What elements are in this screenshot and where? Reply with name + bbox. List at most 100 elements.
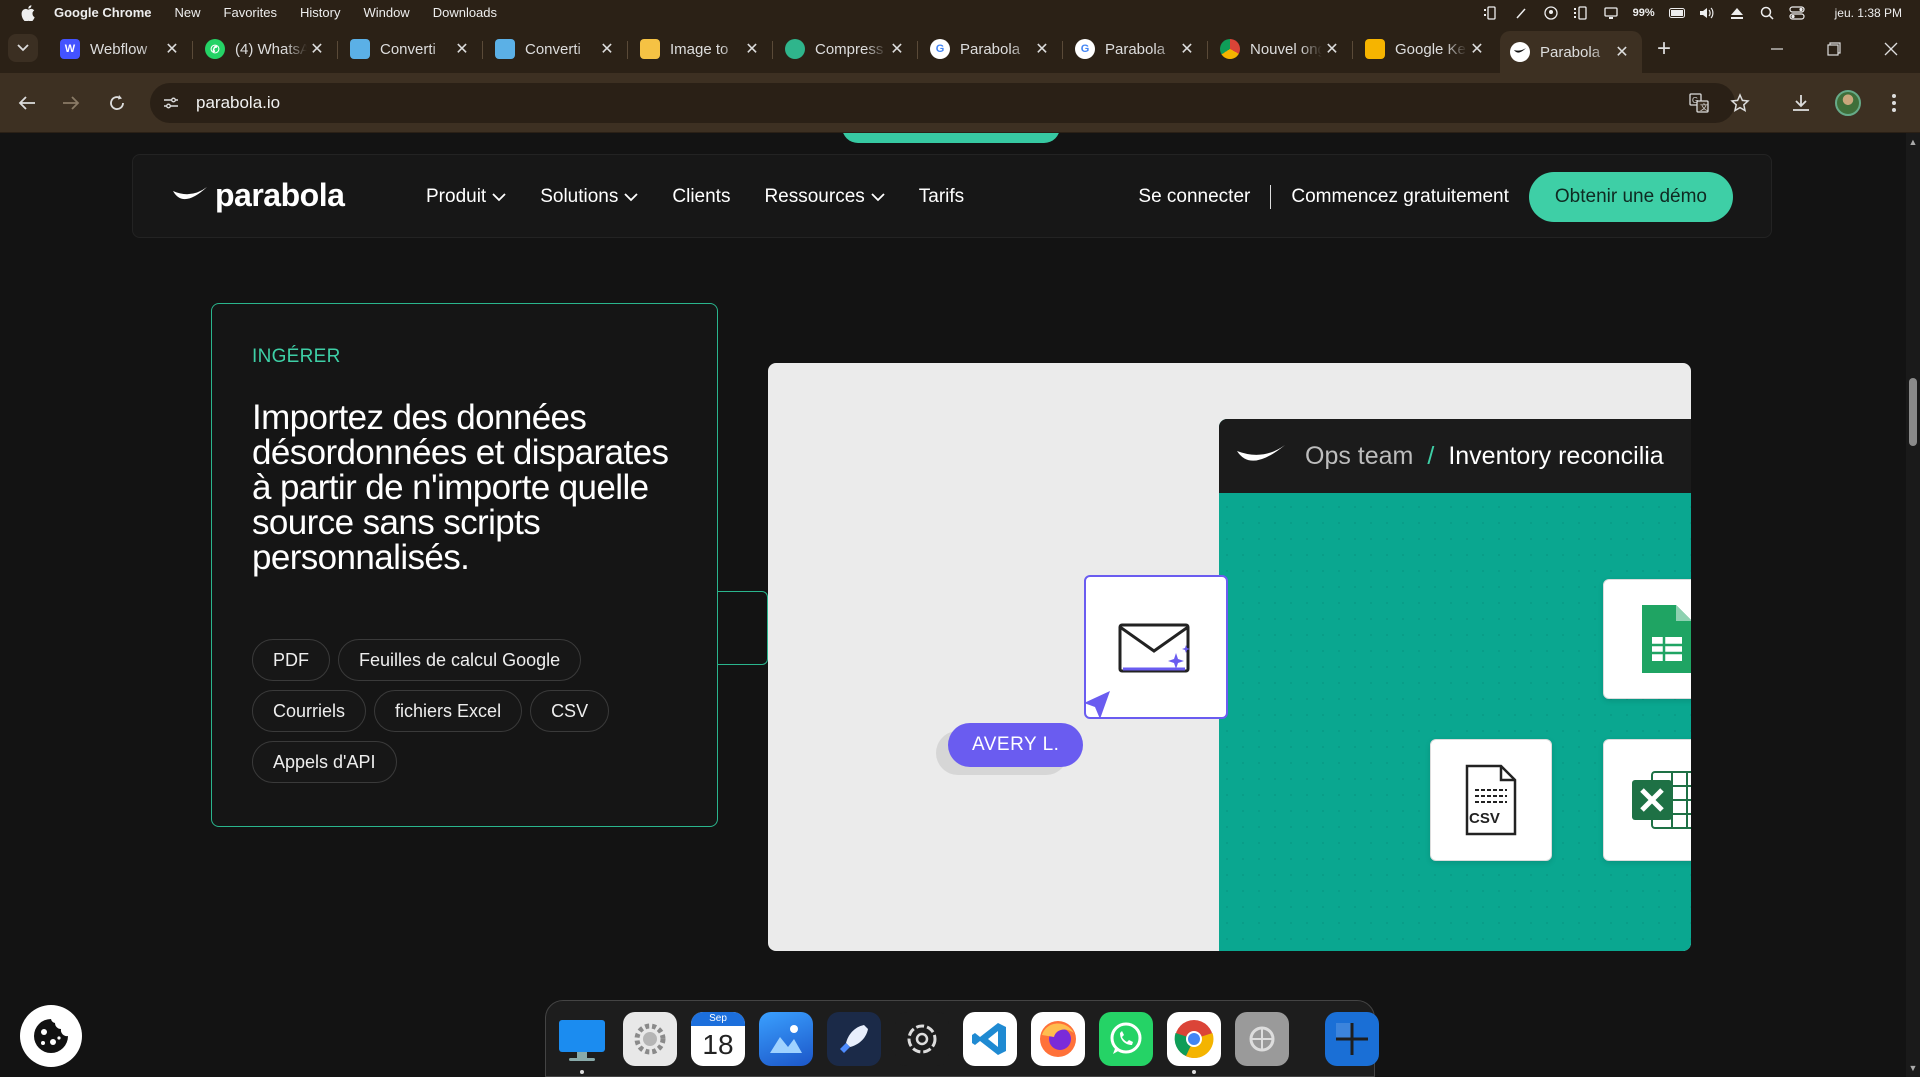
close-tab-icon[interactable]: ✕ [1322, 39, 1342, 59]
translate-icon[interactable]: G文 [1686, 90, 1712, 116]
display-icon[interactable] [1603, 6, 1619, 20]
team-name: Ops team [1305, 441, 1414, 470]
new-tab-button[interactable]: + [1652, 35, 1676, 62]
chevron-down-icon [871, 192, 885, 201]
nav-label: Solutions [540, 186, 619, 207]
excel-icon [1632, 771, 1691, 829]
close-window-icon[interactable] [1879, 37, 1903, 61]
tab-title: Parabola [1540, 43, 1601, 61]
close-tab-icon[interactable]: ✕ [1032, 39, 1052, 59]
phone-icon[interactable] [1483, 5, 1499, 20]
site-info-icon[interactable] [156, 88, 186, 118]
menu-window[interactable]: Window [363, 5, 409, 20]
close-tab-icon[interactable]: ✕ [887, 39, 907, 59]
tab-parabola-active[interactable]: Parabola ✕ [1500, 31, 1642, 73]
tab-google-keep[interactable]: Google Keep ✕ [1355, 31, 1497, 67]
download-icon[interactable] [1788, 90, 1814, 116]
site-navigation: parabola Produit Solutions Clients Resso… [132, 154, 1772, 238]
tab-new-tab[interactable]: Nouvel onglet ✕ [1210, 31, 1353, 67]
apple-menu-icon[interactable] [18, 3, 38, 23]
cookie-settings-button[interactable] [20, 1005, 82, 1067]
menu-new[interactable]: New [175, 5, 201, 20]
control-center-icon[interactable] [1789, 5, 1805, 20]
menu-favorites[interactable]: Favorites [224, 5, 277, 20]
finder-icon[interactable] [555, 1012, 609, 1074]
tab-parabola-google-2[interactable]: G Parabola ✕ [1065, 31, 1208, 67]
chatgpt-icon[interactable] [895, 1011, 949, 1066]
tab-compress[interactable]: Compress ✕ [775, 31, 918, 67]
rocket-icon[interactable] [827, 1011, 881, 1066]
close-tab-icon[interactable]: ✕ [1467, 39, 1487, 59]
nav-produit[interactable]: Produit [426, 186, 506, 208]
settings-icon[interactable] [623, 1011, 677, 1066]
menu-downloads[interactable]: Downloads [433, 5, 497, 20]
parabola-logo[interactable]: parabola [171, 177, 345, 214]
close-tab-icon[interactable]: ✕ [597, 39, 617, 59]
windows-icon[interactable] [1325, 1011, 1379, 1066]
close-tab-icon[interactable]: ✕ [742, 39, 762, 59]
forward-icon[interactable] [58, 90, 84, 116]
nav-label: Ressources [764, 186, 865, 207]
calendar-icon[interactable]: Sep 18 [691, 1011, 745, 1066]
parabola-mark-icon [1237, 445, 1285, 461]
close-tab-icon[interactable]: ✕ [452, 39, 472, 59]
restore-icon[interactable] [1822, 37, 1846, 61]
scroll-down-arrow-icon[interactable]: ▼ [1908, 1063, 1918, 1073]
device-icon[interactable] [1573, 5, 1589, 20]
app-name[interactable]: Google Chrome [54, 5, 152, 20]
excel-file-card [1603, 739, 1691, 861]
pen-icon[interactable] [1513, 6, 1529, 20]
close-tab-icon[interactable]: ✕ [1177, 39, 1197, 59]
page-scrollbar[interactable]: ▲ ▼ [1906, 133, 1920, 1077]
tab-image-to[interactable]: Image to ✕ [630, 31, 773, 67]
volume-icon[interactable] [1699, 6, 1715, 20]
spotlight-search-icon[interactable] [1759, 6, 1775, 20]
eject-icon[interactable] [1729, 6, 1745, 20]
bookmark-star-icon[interactable] [1727, 90, 1753, 116]
close-tab-icon[interactable]: ✕ [307, 39, 327, 59]
tab-title: Image to [670, 40, 729, 58]
reload-icon[interactable] [104, 90, 130, 116]
nav-clients[interactable]: Clients [672, 186, 730, 208]
close-tab-icon[interactable]: ✕ [1612, 42, 1632, 62]
nav-links: Produit Solutions Clients Ressources Tar… [426, 155, 964, 239]
more-menu-icon[interactable] [1881, 90, 1907, 116]
user-circle-icon[interactable] [1543, 5, 1559, 20]
minimize-icon[interactable] [1765, 37, 1789, 61]
start-free-link[interactable]: Commencez gratuitement [1291, 186, 1509, 208]
menu-history[interactable]: History [300, 5, 340, 20]
profile-avatar[interactable] [1835, 90, 1861, 116]
back-icon[interactable] [14, 90, 40, 116]
chrome-icon[interactable] [1167, 1011, 1221, 1074]
nav-ressources[interactable]: Ressources [764, 186, 885, 208]
chevron-down-icon [624, 192, 639, 201]
scrollbar-thumb[interactable] [1909, 378, 1917, 446]
whatsapp-icon[interactable] [1099, 1011, 1153, 1066]
utility-icon[interactable] [1235, 1011, 1289, 1066]
csv-file-card: CSV [1430, 739, 1552, 861]
tab-whatsapp[interactable]: ✆ (4) WhatsApp ✕ [195, 31, 338, 67]
tab-title: Compress [815, 40, 884, 58]
tab-converti-2[interactable]: Converti ✕ [485, 31, 628, 67]
scroll-up-arrow-icon[interactable]: ▲ [1908, 137, 1918, 147]
tab-separator [1062, 41, 1063, 59]
vscode-icon[interactable] [963, 1011, 1017, 1066]
login-link[interactable]: Se connecter [1138, 186, 1250, 208]
tab-converti-1[interactable]: Converti ✕ [340, 31, 483, 67]
nav-tarifs[interactable]: Tarifs [919, 186, 964, 208]
preview-icon[interactable] [759, 1011, 813, 1066]
clock[interactable]: jeu. 1:38 PM [1835, 6, 1902, 20]
close-tab-icon[interactable]: ✕ [162, 39, 182, 59]
firefox-icon[interactable] [1031, 1011, 1085, 1066]
tab-parabola-google-1[interactable]: G Parabola ✕ [920, 31, 1063, 67]
csv-label: CSV [1469, 810, 1500, 827]
battery-icon[interactable] [1668, 6, 1685, 20]
tab-search-button[interactable] [8, 34, 38, 62]
address-bar[interactable]: parabola.io [150, 83, 1735, 123]
get-demo-button[interactable]: Obtenir une démo [1528, 172, 1733, 222]
breadcrumb-separator: / [1427, 441, 1435, 470]
chip-api-calls: Appels d'API [252, 741, 397, 783]
running-indicator [1192, 1069, 1196, 1074]
tab-webflow[interactable]: W Webflow ✕ [50, 31, 193, 67]
nav-solutions[interactable]: Solutions [540, 186, 639, 208]
